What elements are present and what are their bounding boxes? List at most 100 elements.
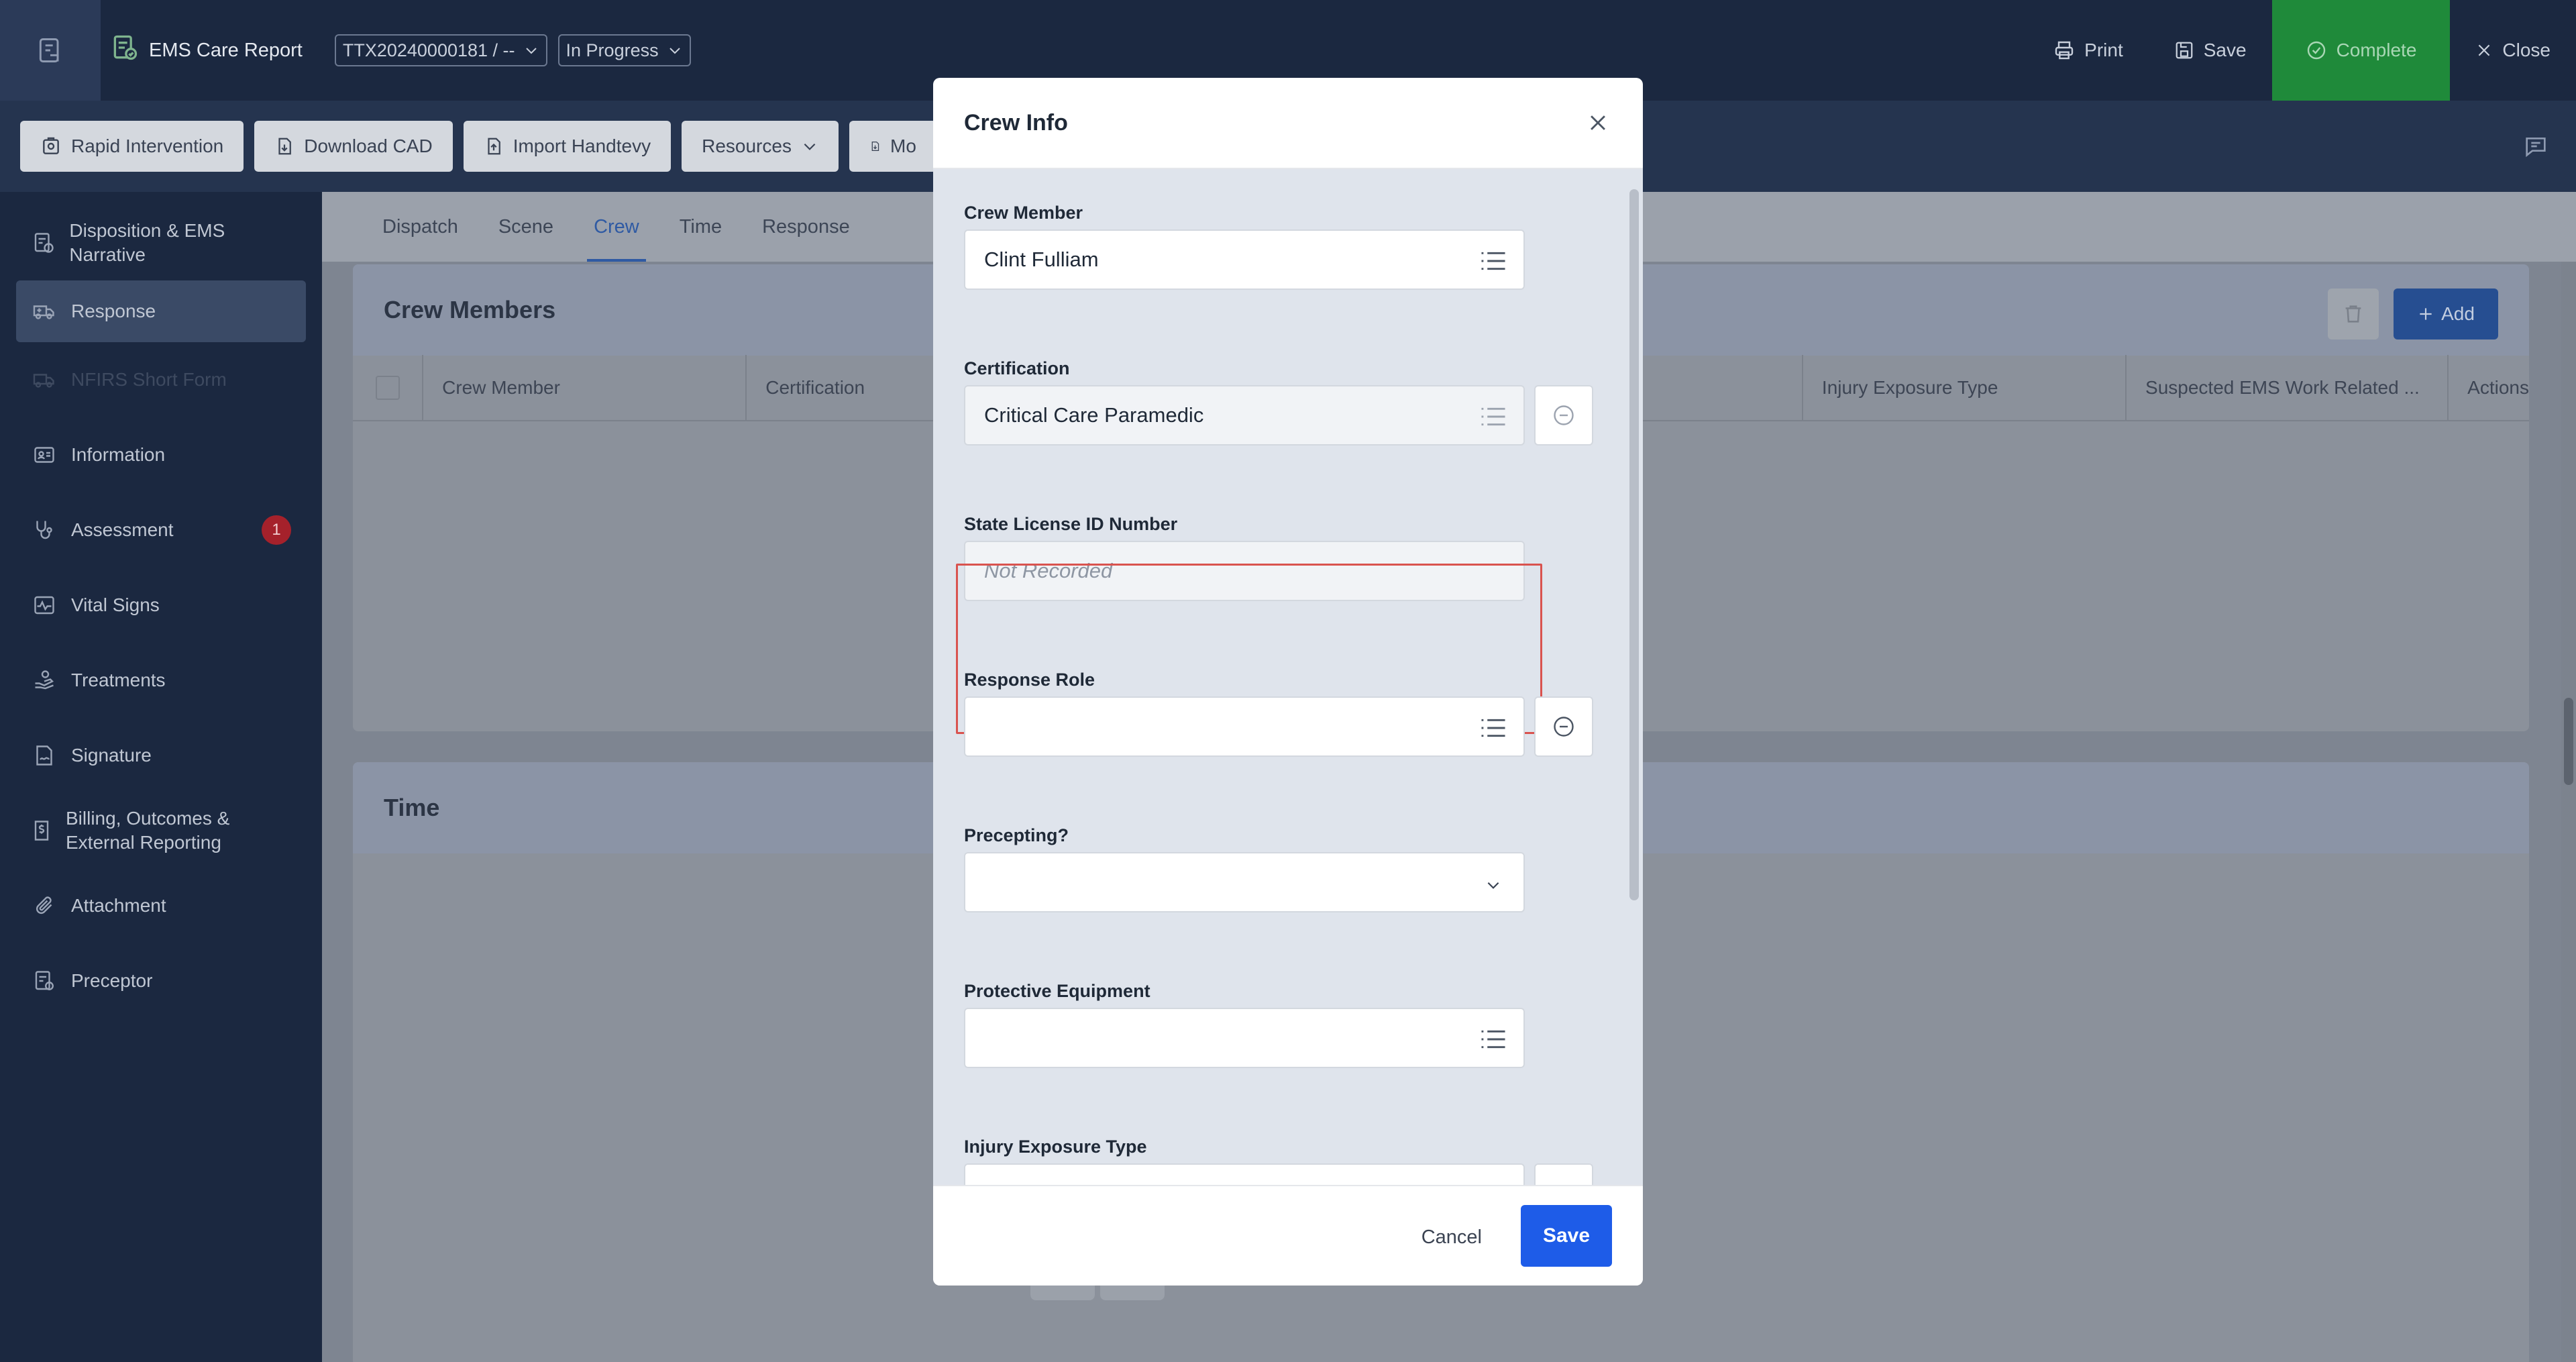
plus-icon [2420, 308, 2432, 320]
complete-button[interactable]: Complete [2271, 0, 2451, 101]
sidebar-item-vital-signs[interactable]: Vital Signs [0, 568, 322, 643]
minus-circle-icon [1554, 717, 1574, 737]
sidebar-item-signature[interactable]: Signature [0, 718, 322, 793]
field-label: Certification [964, 358, 1070, 378]
certification-field: Certification Critical Care Paramedic [964, 358, 1593, 446]
sidebar-item-label: Vital Signs [71, 594, 160, 615]
id-card-icon [30, 443, 59, 467]
sidebar-item-label: Attachment [71, 895, 166, 916]
field-label: Injury Exposure Type [964, 1137, 1147, 1157]
modal-scrollbar[interactable] [1627, 182, 1640, 1263]
column-header: Suspected EMS Work Related ... [2125, 355, 2447, 421]
precepting-select[interactable] [964, 852, 1525, 912]
clear-certification-button[interactable] [1534, 385, 1593, 446]
rapid-intervention-icon [43, 137, 59, 154]
sidebar-item-information[interactable]: Information [0, 417, 322, 492]
tab-response[interactable]: Response [742, 192, 870, 262]
header-save-label: Save [2203, 40, 2247, 60]
certification-value: Critical Care Paramedic [984, 403, 1204, 427]
app-title: EMS Care Report [110, 33, 303, 68]
sidebar-item-label: Signature [71, 745, 152, 766]
list-picker-icon[interactable] [1481, 718, 1506, 743]
delete-button[interactable] [2328, 289, 2379, 339]
modal-title: Crew Info [964, 109, 1068, 136]
modal-scroll-thumb[interactable] [1629, 189, 1639, 900]
column-header: Crew Member [422, 355, 745, 421]
stethoscope-icon [30, 518, 59, 542]
app-logo[interactable] [0, 0, 101, 101]
tab-time[interactable]: Time [659, 192, 742, 262]
app-title-text: EMS Care Report [149, 39, 303, 61]
billing-icon [30, 819, 54, 843]
tab-scene[interactable]: Scene [478, 192, 574, 262]
save-icon [2176, 42, 2193, 59]
chat-icon[interactable] [2522, 133, 2549, 163]
column-header: Actions [2447, 355, 2529, 421]
check-circle-icon [2307, 41, 2325, 60]
protective-equipment-input[interactable] [964, 1008, 1525, 1068]
sidebar-item-label: Information [71, 444, 166, 465]
status-text: In Progress [566, 40, 659, 60]
crew-member-field: Crew Member Clint Fulliam [964, 203, 1525, 290]
sidebar-item-label: Disposition & EMS Narrative [69, 220, 225, 265]
modal-body: Crew Member Clint Fulliam Certification … [933, 169, 1643, 1263]
sidebar-item-attachment[interactable]: Attachment [0, 868, 322, 943]
close-label: Close [2502, 40, 2551, 60]
more-file-icon [871, 141, 879, 152]
resources-dropdown[interactable]: Resources [682, 121, 839, 172]
resources-label: Resources [702, 136, 792, 156]
incident-selector[interactable]: TTX20240000181 / -- [334, 34, 547, 66]
list-picker-icon[interactable] [1481, 407, 1506, 432]
download-cad-button[interactable]: Download CAD [254, 121, 453, 172]
page-scrollbar[interactable] [2561, 262, 2576, 1362]
response-role-field: Response Role [964, 670, 1593, 757]
incident-id: TTX20240000181 / -- [342, 40, 515, 60]
cancel-button[interactable]: Cancel [1421, 1217, 1482, 1257]
crew-info-modal: Crew Info Crew Member Clint Fulliam Cert… [933, 78, 1643, 1286]
sidebar-item-nfirs: NFIRS Short Form [0, 342, 322, 417]
field-label: Protective Equipment [964, 981, 1150, 1001]
response-role-input[interactable] [964, 696, 1525, 757]
download-file-icon [278, 138, 292, 155]
sidebar-item-assessment[interactable]: Assessment 1 [0, 492, 322, 568]
sidebar-item-disposition[interactable]: Disposition & EMS Narrative [0, 205, 322, 280]
signature-icon [30, 743, 59, 768]
select-all-checkbox[interactable] [353, 355, 422, 421]
sidebar-item-billing[interactable]: Billing, Outcomes & External Reporting [0, 793, 322, 868]
add-label: Add [2441, 303, 2475, 324]
modal-close-button[interactable] [1587, 111, 1609, 140]
status-selector[interactable]: In Progress [557, 34, 691, 66]
sidebar-nav: Disposition & EMS Narrative Response NFI… [0, 192, 322, 1362]
sidebar-item-treatments[interactable]: Treatments [0, 643, 322, 718]
list-picker-icon[interactable] [1481, 251, 1506, 276]
certification-input[interactable]: Critical Care Paramedic [964, 385, 1525, 446]
header-save-button[interactable]: Save [2149, 0, 2272, 101]
assessment-badge: 1 [262, 515, 291, 545]
more-label: Mo [890, 136, 916, 156]
more-button[interactable]: Mo [849, 121, 936, 172]
list-picker-icon[interactable] [1481, 1029, 1506, 1055]
trash-icon [2345, 305, 2361, 323]
close-report-button[interactable]: Close [2450, 0, 2576, 101]
sidebar-item-label: Preceptor [71, 970, 153, 991]
page-scroll-thumb[interactable] [2564, 698, 2573, 785]
add-crew-button[interactable]: Add [2394, 289, 2498, 339]
tab-crew[interactable]: Crew [574, 192, 659, 262]
close-icon [1591, 115, 1605, 130]
rapid-intervention-button[interactable]: Rapid Intervention [20, 121, 244, 172]
print-button[interactable]: Print [2028, 0, 2149, 101]
sidebar-item-preceptor[interactable]: Preceptor [0, 943, 322, 1018]
rapid-intervention-label: Rapid Intervention [71, 136, 224, 156]
printer-icon [2055, 41, 2074, 60]
save-button[interactable]: Save [1521, 1205, 1612, 1267]
sidebar-item-response[interactable]: Response [16, 280, 306, 342]
import-handtevy-button[interactable]: Import Handtevy [463, 121, 672, 172]
crew-member-input[interactable]: Clint Fulliam [964, 229, 1525, 290]
field-label: State License ID Number [964, 514, 1178, 534]
care-report-icon [110, 33, 140, 68]
preceptor-icon [30, 969, 59, 993]
clear-response-role-button[interactable] [1534, 696, 1593, 757]
truck-icon [30, 368, 59, 392]
protective-equipment-field: Protective Equipment [964, 981, 1525, 1068]
tab-dispatch[interactable]: Dispatch [362, 192, 478, 262]
